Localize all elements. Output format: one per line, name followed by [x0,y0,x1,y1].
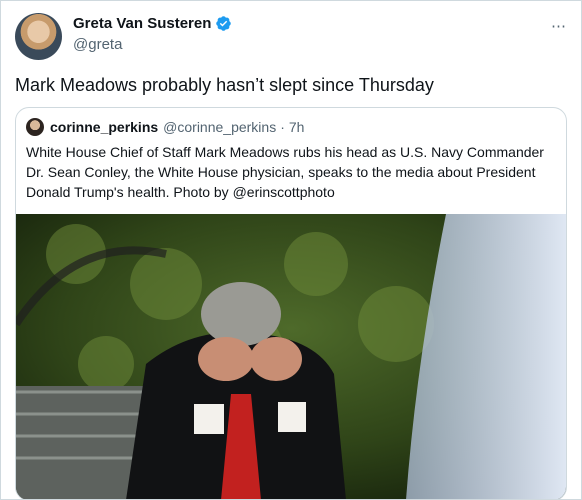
quoted-timestamp[interactable]: 7h [289,119,305,135]
quoted-author-handle[interactable]: @corinne_perkins [163,119,276,135]
quoted-header: corinne_perkins @corinne_perkins · 7h [26,118,304,136]
quoted-tweet[interactable]: corinne_perkins @corinne_perkins · 7h Wh… [15,107,567,500]
separator-dot: · [280,119,285,135]
verified-badge-icon [216,16,232,31]
quoted-photo[interactable] [16,214,566,500]
author-handle[interactable]: @greta [73,36,122,53]
author-avatar[interactable] [15,13,62,60]
quoted-author-name[interactable]: corinne_perkins [50,119,158,135]
more-options-icon[interactable]: ⋯ [551,17,567,35]
author-name-row: Greta Van Susteren [73,15,232,32]
quoted-text: White House Chief of Staff Mark Meadows … [26,144,544,200]
author-name[interactable]: Greta Van Susteren [73,15,211,32]
quoted-avatar[interactable] [26,118,44,136]
tweet-card[interactable]: Greta Van Susteren @greta ⋯ Mark Meadows… [0,0,582,500]
tweet-text: Mark Meadows probably hasn’t slept since… [15,75,434,95]
